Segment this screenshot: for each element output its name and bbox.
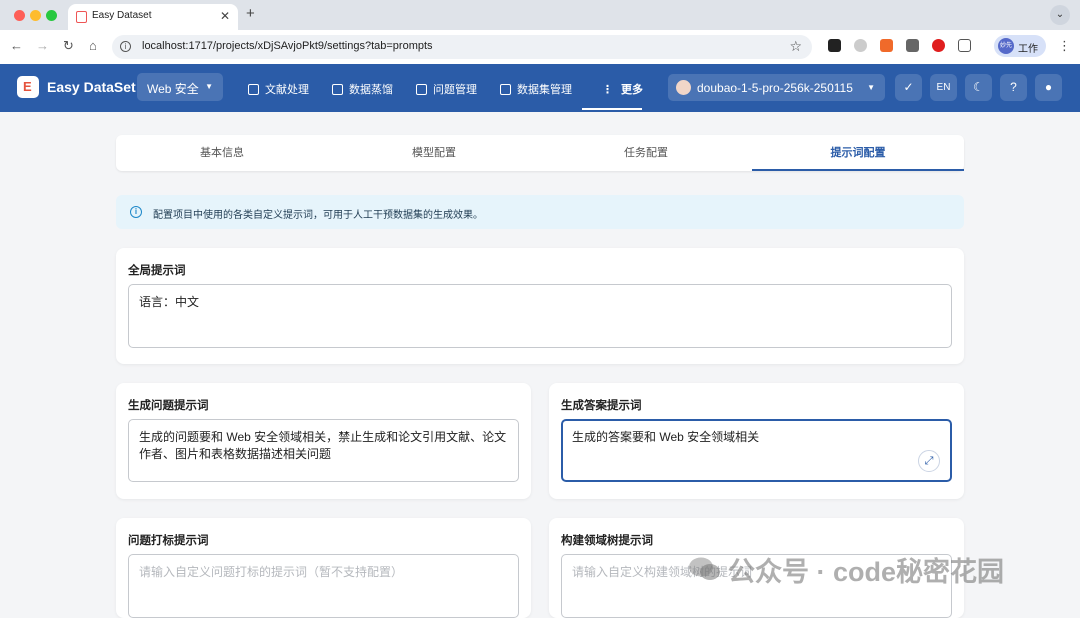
home-icon[interactable]: ⌂ bbox=[89, 38, 97, 53]
label-prompt-card: 问题打标提示词 请输入自定义问题打标的提示词（暂不支持配置） bbox=[116, 518, 531, 618]
tab-task-config[interactable]: 任务配置 bbox=[540, 135, 752, 171]
browser-tab[interactable]: Easy Dataset ✕ bbox=[68, 4, 238, 30]
nav-active-indicator bbox=[582, 108, 642, 110]
global-prompt-input[interactable]: 语言：中文 bbox=[128, 284, 952, 348]
site-info-icon[interactable]: i bbox=[120, 41, 131, 52]
profile-avatar: 妙先 bbox=[998, 38, 1014, 54]
settings-tabs: 基本信息 模型配置 任务配置 提示词配置 bbox=[116, 135, 964, 171]
expand-editor-icon[interactable]: ⤢ bbox=[918, 450, 940, 472]
back-icon[interactable]: ← bbox=[10, 38, 23, 53]
new-tab-icon[interactable]: + bbox=[246, 5, 255, 22]
info-alert: i 配置项目中使用的各类自定义提示词，可用于人工干预数据集的生成效果。 bbox=[116, 195, 964, 229]
model-avatar-icon bbox=[676, 80, 691, 95]
task-check-icon[interactable]: ✓ bbox=[895, 74, 922, 101]
nav-literature[interactable]: 文献处理 bbox=[248, 81, 309, 97]
address-bar-row: ← → ↻ ⌂ i localhost:1717/projects/xDjSAv… bbox=[0, 30, 1080, 65]
nav-distill[interactable]: 数据蒸馏 bbox=[332, 81, 393, 97]
wechat-icon bbox=[689, 557, 720, 580]
profile-label: 工作 bbox=[1018, 44, 1038, 55]
close-window-button[interactable] bbox=[14, 10, 25, 21]
url-text: localhost:1717/projects/xDjSAvjoPkt9/set… bbox=[142, 40, 433, 52]
global-prompt-card: 全局提示词 语言：中文 bbox=[116, 248, 964, 364]
app-header: E Easy DataSet Web 安全 ▼ 文献处理 数据蒸馏 问题管理 数… bbox=[0, 64, 1080, 112]
answer-prompt-card: 生成答案提示词 生成的答案要和 Web 安全领域相关 ⤢ bbox=[549, 383, 964, 499]
extensions-puzzle-icon[interactable] bbox=[958, 39, 971, 52]
close-tab-icon[interactable]: ✕ bbox=[220, 9, 230, 23]
info-text: 配置项目中使用的各类自定义提示词，可用于人工干预数据集的生成效果。 bbox=[153, 210, 483, 221]
project-select[interactable]: Web 安全 ▼ bbox=[137, 73, 223, 101]
chat-icon bbox=[416, 84, 427, 95]
tab-model-config[interactable]: 模型配置 bbox=[328, 135, 540, 171]
domain-tree-prompt-label: 构建领域树提示词 bbox=[561, 535, 653, 547]
tab-prompt-config[interactable]: 提示词配置 bbox=[752, 135, 964, 171]
bookmark-star-icon[interactable]: ☆ bbox=[789, 38, 802, 55]
forward-icon[interactable]: → bbox=[36, 38, 49, 53]
question-prompt-input[interactable]: 生成的问题要和 Web 安全领域相关，禁止生成和论文引用文献、论文作者、图片和表… bbox=[128, 419, 519, 482]
tab-basic-info[interactable]: 基本信息 bbox=[116, 135, 328, 171]
nav-questions[interactable]: 问题管理 bbox=[416, 81, 477, 97]
more-vert-icon: ⋮ bbox=[602, 84, 613, 96]
info-icon: i bbox=[130, 206, 142, 218]
profile-button[interactable]: 妙先 工作 bbox=[994, 35, 1046, 57]
tab-title: Easy Dataset bbox=[92, 10, 152, 21]
tab-search-icon[interactable]: ⌄ bbox=[1050, 5, 1070, 25]
model-select[interactable]: doubao-1-5-pro-256k-250115 ▼ bbox=[668, 74, 885, 101]
watermark-text: 公众号 · code秘密花园 bbox=[728, 557, 1005, 587]
document-icon bbox=[248, 84, 259, 95]
global-prompt-label: 全局提示词 bbox=[128, 265, 186, 277]
dark-mode-icon[interactable]: ☾ bbox=[965, 74, 992, 101]
chevron-down-icon: ▼ bbox=[205, 82, 213, 91]
label-prompt-label: 问题打标提示词 bbox=[128, 535, 209, 547]
browser-menu-icon[interactable]: ⋮ bbox=[1058, 38, 1071, 54]
github-icon[interactable]: ● bbox=[1035, 74, 1062, 101]
browser-tab-strip: Easy Dataset ✕ + ⌄ bbox=[0, 0, 1080, 30]
chevron-down-icon: ▼ bbox=[867, 83, 875, 92]
favicon-icon bbox=[76, 11, 87, 23]
extension-icon-5[interactable] bbox=[932, 39, 945, 52]
model-name: doubao-1-5-pro-256k-250115 bbox=[697, 81, 853, 95]
nav-datasets[interactable]: 数据集管理 bbox=[500, 81, 572, 97]
nav-more[interactable]: ⋮ 更多 bbox=[602, 81, 643, 97]
extension-icon-4[interactable] bbox=[906, 39, 919, 52]
extension-icon-3[interactable] bbox=[880, 39, 893, 52]
maximize-window-button[interactable] bbox=[46, 10, 57, 21]
brand-name: Easy DataSet bbox=[47, 79, 136, 95]
app-logo[interactable]: E bbox=[17, 76, 39, 98]
label-prompt-input[interactable]: 请输入自定义问题打标的提示词（暂不支持配置） bbox=[128, 554, 519, 618]
extension-icon-1[interactable] bbox=[828, 39, 841, 52]
cube-icon bbox=[332, 84, 343, 95]
question-prompt-card: 生成问题提示词 生成的问题要和 Web 安全领域相关，禁止生成和论文引用文献、论… bbox=[116, 383, 531, 499]
extension-icon-2[interactable] bbox=[854, 39, 867, 52]
language-button[interactable]: EN bbox=[930, 74, 957, 101]
url-input[interactable]: i localhost:1717/projects/xDjSAvjoPkt9/s… bbox=[112, 35, 812, 59]
reload-icon[interactable]: ↻ bbox=[63, 38, 74, 54]
answer-prompt-label: 生成答案提示词 bbox=[561, 400, 642, 412]
question-prompt-label: 生成问题提示词 bbox=[128, 400, 209, 412]
grid-icon bbox=[500, 84, 511, 95]
answer-prompt-input[interactable]: 生成的答案要和 Web 安全领域相关 bbox=[561, 419, 952, 482]
minimize-window-button[interactable] bbox=[30, 10, 41, 21]
help-icon[interactable]: ? bbox=[1000, 74, 1027, 101]
project-name: Web 安全 bbox=[147, 82, 199, 96]
